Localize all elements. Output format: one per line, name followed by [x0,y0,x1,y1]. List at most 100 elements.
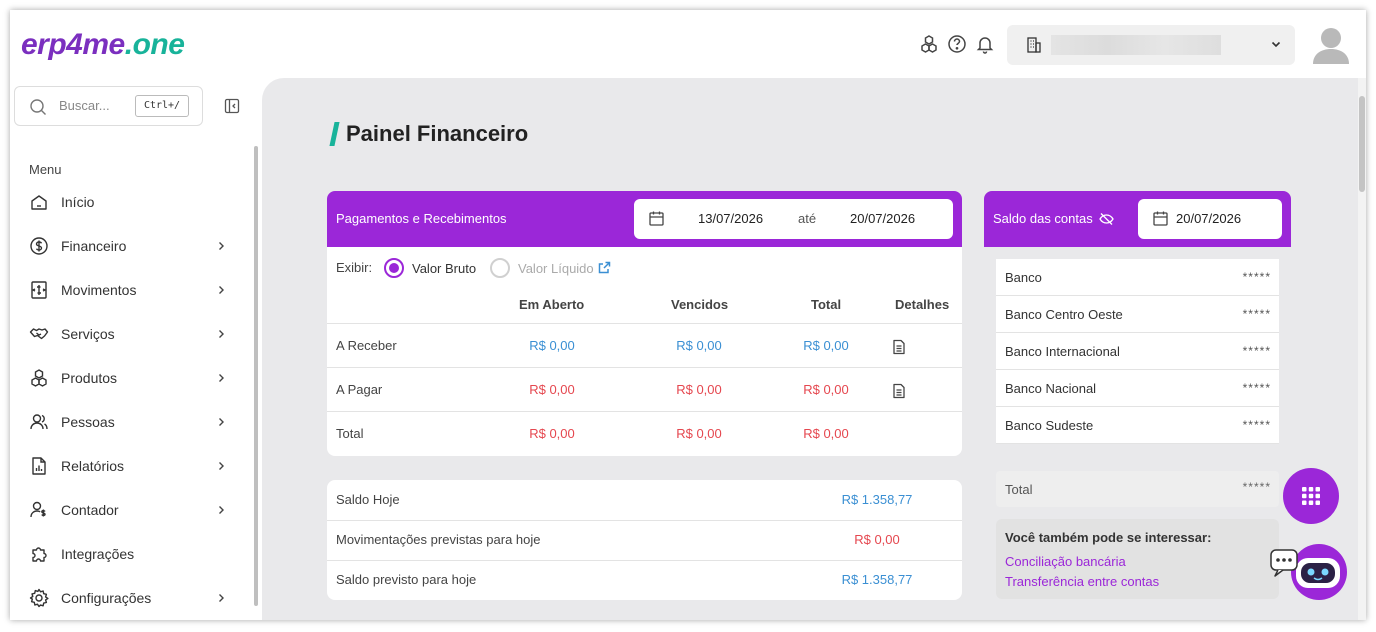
list-item[interactable]: Banco Nacional ***** [996,370,1279,407]
boxes-icon [31,369,47,387]
summary-label: Saldo previsto para hoje [336,572,477,587]
company-name-redacted [1051,35,1221,55]
sidebar-item-configuracoes[interactable]: Configurações [10,576,250,620]
sidebar-item-relatorios[interactable]: Relatórios [10,444,250,488]
nav-menu: Início Financeiro Movimentos Serviços Pr… [10,180,250,620]
summary-row: Saldo Hoje R$ 1.358,77 [327,480,962,520]
total-value: ***** [1242,480,1271,494]
user-avatar[interactable] [1313,24,1349,64]
movements-icon [31,281,47,299]
search-shortcut: Ctrl+/ [135,95,189,117]
app-window: erp4me.one Buscar... Ctrl+/ Menu Início [10,10,1366,620]
row-divider [327,411,962,412]
list-item[interactable]: Banco Internacional ***** [996,333,1279,370]
page-scrollbar-thumb[interactable] [1359,96,1365,192]
sidebar-item-label: Pessoas [61,414,115,430]
balances-card-header: Saldo das contas 20/07/2026 [984,191,1291,247]
sidebar-item-pessoas[interactable]: Pessoas [10,400,250,444]
bank-balance: ***** [1242,418,1271,432]
sidebar-item-servicos[interactable]: Serviços [10,312,250,356]
total-aberto: R$ 0,00 [529,426,575,441]
eye-off-icon[interactable] [1099,212,1114,226]
apps-fab-button[interactable] [1283,468,1339,524]
sidebar-item-contador[interactable]: Contador [10,488,250,532]
company-selector[interactable] [1007,25,1295,65]
summary-card: Saldo Hoje R$ 1.358,77 Movimentações pre… [327,480,962,600]
bank-list: Banco ***** Banco Centro Oeste ***** Banco… [996,259,1279,444]
balances-total-row: Total ***** [996,471,1279,507]
collapse-sidebar-icon[interactable] [224,98,240,114]
link-conciliacao-bancaria[interactable]: Conciliação bancária [1005,554,1126,569]
balances-date[interactable]: 20/07/2026 [1138,199,1282,239]
row-a-receber-label: A Receber [336,338,397,353]
accountant-icon [30,501,46,518]
bell-icon[interactable] [975,34,995,54]
sidebar-item-label: Relatórios [61,458,125,474]
logo-part-1: erp4me [21,28,125,61]
list-item[interactable]: Banco ***** [996,259,1279,296]
external-link-icon[interactable] [598,261,611,274]
sidebar-scrollbar[interactable] [254,146,258,606]
top-header: erp4me.one [10,10,1366,78]
col-vencidos: Vencidos [671,297,729,312]
date-to[interactable]: 20/07/2026 [850,211,915,226]
radio-valor-bruto-label[interactable]: Valor Bruto [412,261,476,276]
a-pagar-aberto: R$ 0,00 [529,382,575,397]
list-item[interactable]: Banco Sudeste ***** [996,407,1279,444]
bank-name: Banco [1005,270,1042,285]
search-box[interactable]: Buscar... Ctrl+/ [14,86,203,126]
help-icon[interactable] [947,34,967,54]
details-document-icon[interactable] [892,339,906,355]
modules-icon[interactable] [919,34,939,54]
sidebar-item-label: Financeiro [61,238,127,254]
exibir-label: Exibir: [336,260,373,275]
handshake-icon [29,328,49,340]
sidebar-item-financeiro[interactable]: Financeiro [10,224,250,268]
summary-row: Movimentações previstas para hoje R$ 0,0… [327,520,962,560]
chevron-right-icon [219,506,224,514]
summary-value: R$ 1.358,77 [841,572,913,587]
menu-label: Menu [29,162,62,177]
list-item[interactable]: Banco Centro Oeste ***** [996,296,1279,333]
sidebar-item-integracoes[interactable]: Integrações [10,532,250,576]
sidebar-item-label: Início [61,194,95,210]
payments-date-range[interactable]: 13/07/2026 até 20/07/2026 [634,199,953,239]
summary-label: Saldo Hoje [336,492,400,507]
radio-valor-liquido-label[interactable]: Valor Líquido [518,261,594,276]
a-pagar-vencidos: R$ 0,00 [676,382,722,397]
page-title: Painel Financeiro [346,121,529,146]
chevron-right-icon [219,286,224,294]
chevron-right-icon [219,418,224,426]
page-scrollbar[interactable] [1358,78,1366,620]
total-total: R$ 0,00 [803,426,849,441]
sidebar-item-label: Produtos [61,370,118,386]
a-pagar-total: R$ 0,00 [803,382,849,397]
date-from[interactable]: 13/07/2026 [698,211,763,226]
summary-row: Saldo previsto para hoje R$ 1.358,77 [327,560,962,600]
balances-card: Saldo das contas 20/07/2026 Banco ***** B… [984,191,1291,611]
balance-date-value[interactable]: 20/07/2026 [1176,211,1241,226]
sidebar-item-produtos[interactable]: Produtos [10,356,250,400]
summary-label: Movimentações previstas para hoje [336,532,541,547]
sidebar-item-movimentos[interactable]: Movimentos [10,268,250,312]
chevron-right-icon [219,242,224,250]
sidebar: Buscar... Ctrl+/ Menu Início Financeiro … [10,78,262,620]
sidebar-item-inicio[interactable]: Início [10,180,250,224]
sidebar-item-label: Contador [61,502,119,518]
search-input[interactable]: Buscar... [59,98,110,113]
bank-balance: ***** [1242,344,1271,358]
chatbot-assistant-icon[interactable] [1270,544,1350,604]
radio-valor-bruto[interactable] [384,258,404,278]
bank-balance: ***** [1242,381,1271,395]
puzzle-icon [32,547,47,562]
sidebar-item-label: Serviços [61,326,115,342]
radio-valor-liquido[interactable] [490,258,510,278]
details-document-icon[interactable] [892,383,906,399]
col-total: Total [811,297,842,312]
col-detalhes: Detalhes [895,297,950,312]
link-transferencia-entre-contas[interactable]: Transferência entre contas [1005,574,1159,589]
suggestions-box: Você também pode se interessar: Concilia… [996,519,1279,599]
row-divider [327,367,962,368]
dollar-icon [30,237,48,255]
logo[interactable]: erp4me.one [21,28,185,62]
